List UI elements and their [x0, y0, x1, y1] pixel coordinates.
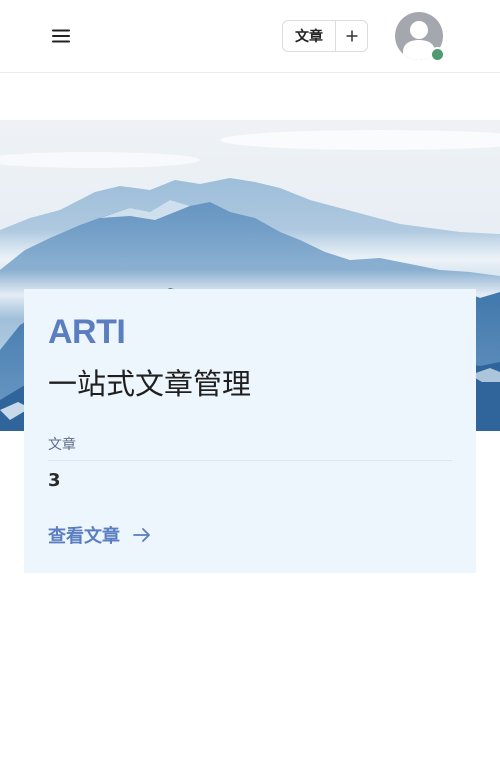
stat-divider: [48, 460, 452, 461]
articles-button[interactable]: 文章: [283, 21, 336, 51]
view-articles-label: 查看文章: [48, 526, 120, 547]
menu-button[interactable]: [46, 21, 76, 51]
view-articles-link[interactable]: 查看文章: [48, 522, 152, 548]
add-article-button[interactable]: [336, 21, 367, 51]
plus-icon: [346, 30, 357, 42]
online-status-badge: [430, 47, 445, 62]
top-navigation-bar: 文章: [0, 0, 500, 73]
brand-title: ARTI: [48, 313, 126, 351]
arrow-right-icon: [132, 527, 152, 543]
brand-tagline: 一站式文章管理: [48, 367, 252, 401]
article-count-value: 3: [48, 470, 61, 491]
hamburger-menu-icon: [52, 29, 70, 43]
articles-button-group: 文章: [282, 20, 368, 52]
intro-card: ARTI 一站式文章管理 文章 3 查看文章: [24, 289, 476, 573]
article-count-label: 文章: [48, 437, 76, 453]
